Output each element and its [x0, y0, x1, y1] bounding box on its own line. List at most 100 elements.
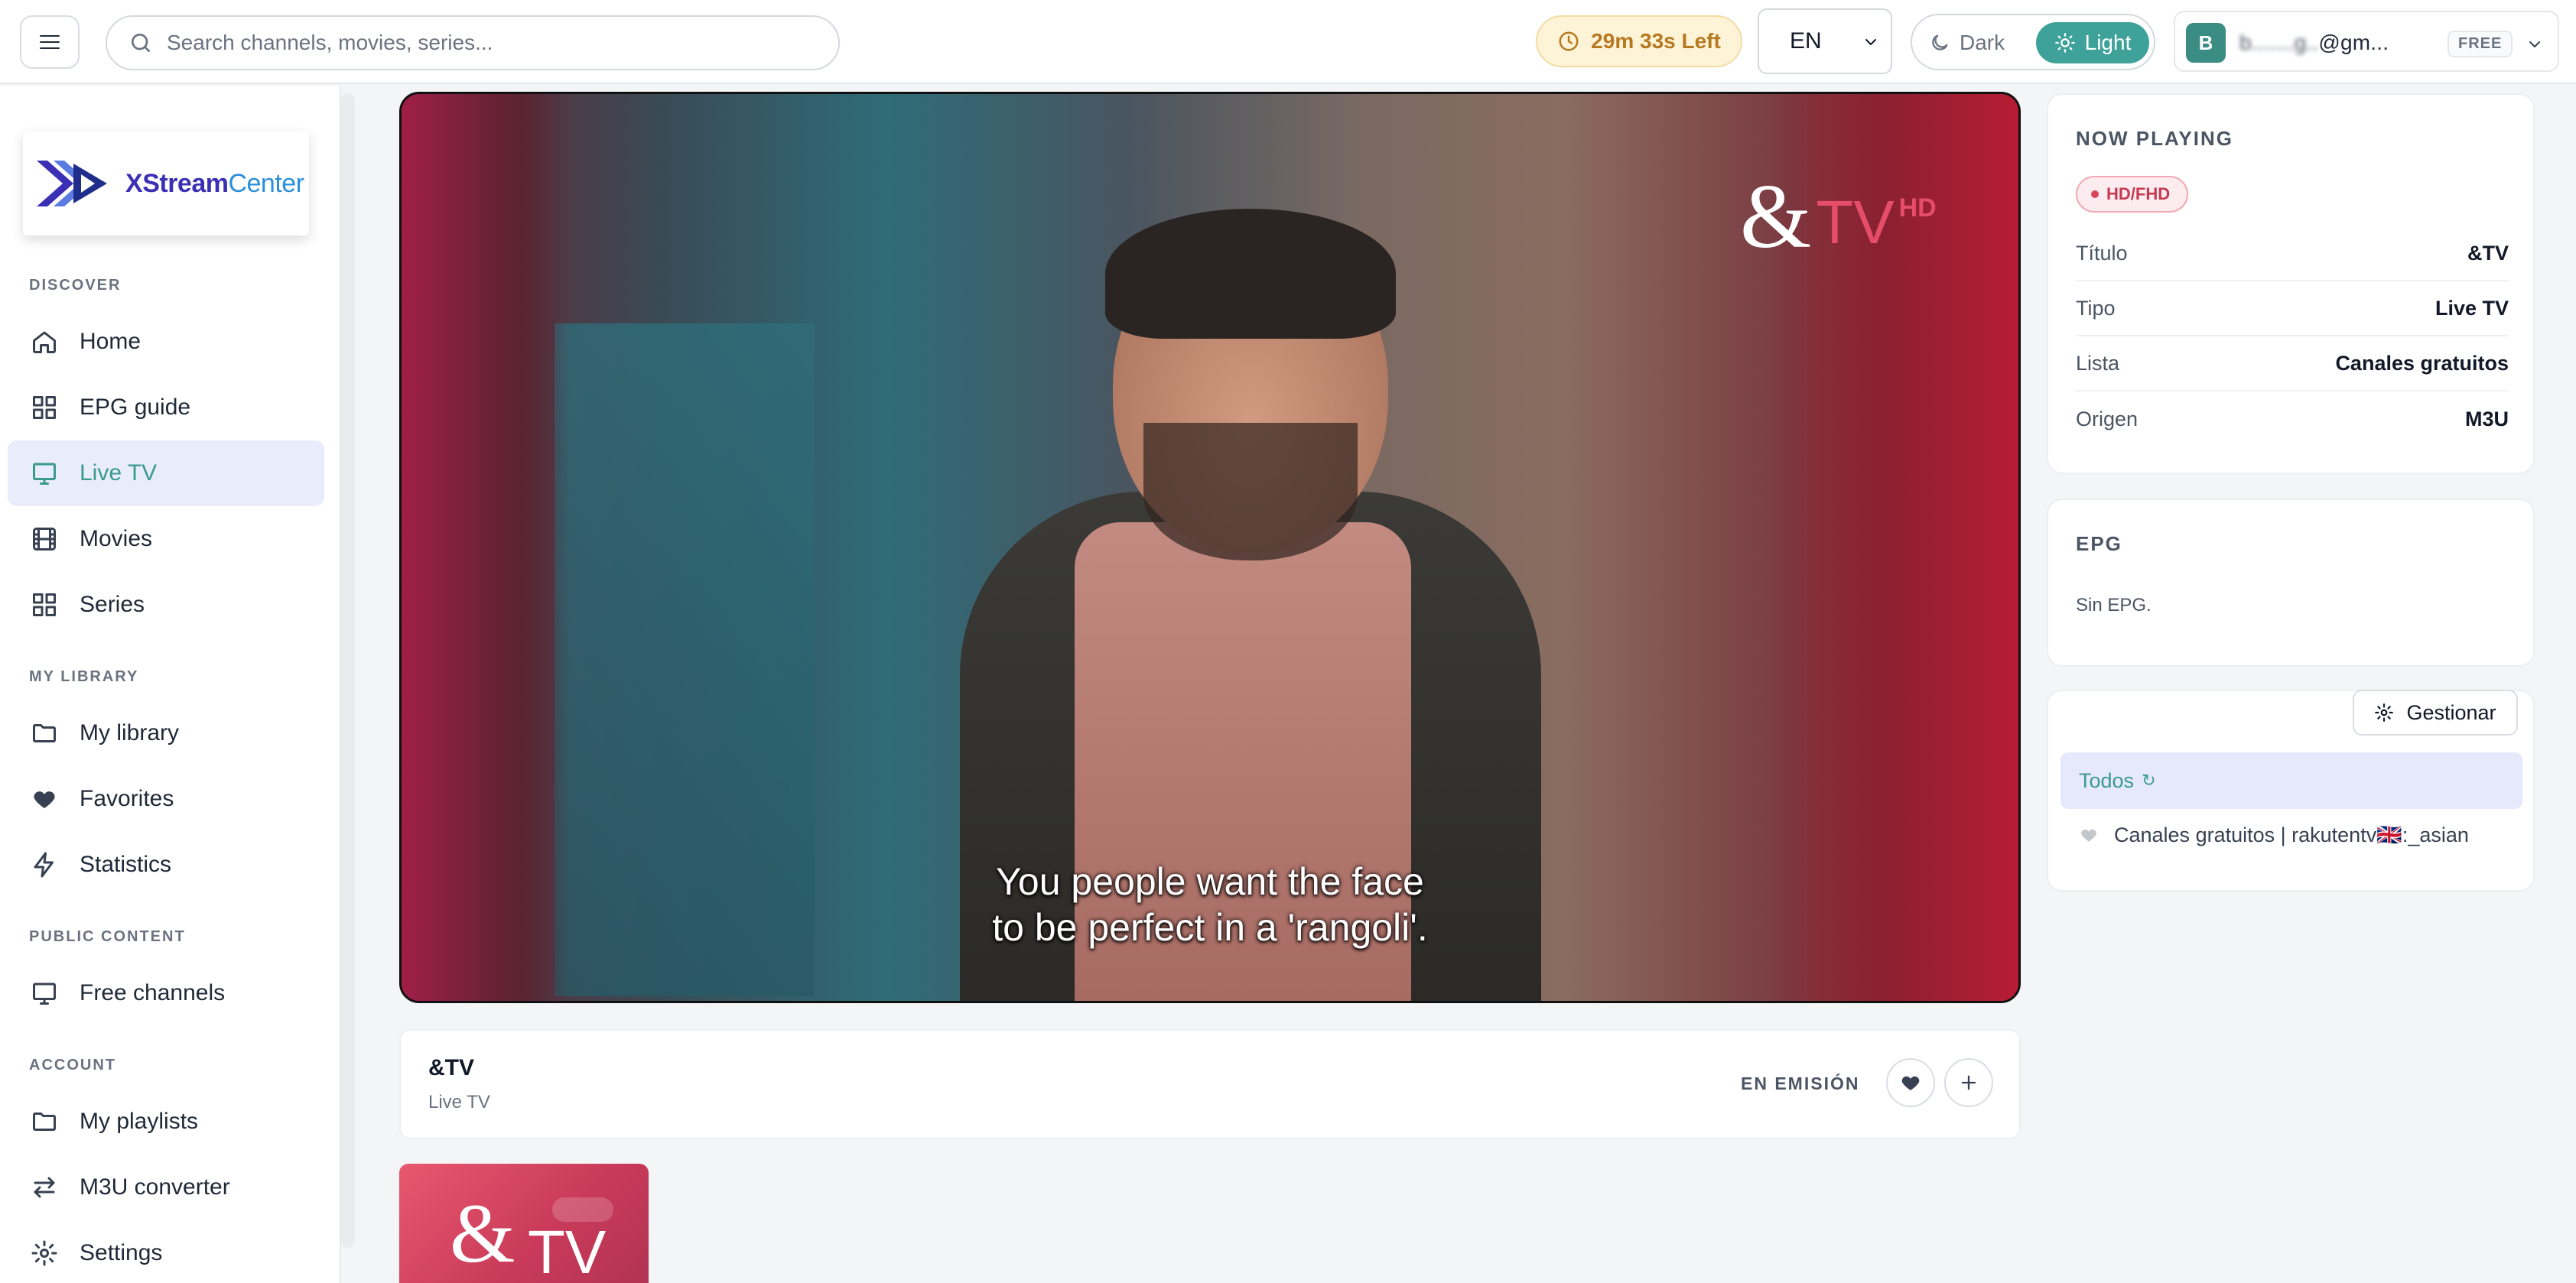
heart-icon[interactable] — [2079, 825, 2099, 845]
thumbnail-tv: TV — [528, 1218, 607, 1283]
sidebar: XStreamCenter DISCOVER Home EPG guide Li… — [0, 86, 341, 1283]
app-logo[interactable]: XStreamCenter — [23, 132, 309, 235]
chevron-down-icon — [1865, 39, 1876, 45]
user-email-domain: @gm... — [2318, 31, 2389, 54]
sun-icon — [2054, 33, 2075, 53]
section-public-content: PUBLIC CONTENT — [29, 928, 186, 945]
menu-button[interactable] — [20, 15, 80, 69]
user-menu[interactable]: B b.......g..@gm... FREE — [2174, 11, 2559, 72]
manage-button[interactable]: Gestionar — [2353, 690, 2518, 736]
sidebar-item-my-library[interactable]: My library — [8, 700, 324, 766]
grid-icon — [33, 593, 56, 616]
watermark-tv: TV — [1816, 188, 1895, 256]
time-left-label: 29m 33s Left — [1591, 29, 1721, 53]
section-discover: DISCOVER — [29, 277, 122, 294]
add-to-library-button[interactable] — [1944, 1058, 1993, 1107]
sidebar-item-movies[interactable]: Movies — [8, 506, 324, 572]
logo-mark-icon — [37, 161, 107, 206]
theme-light-option[interactable]: Light — [2036, 22, 2149, 63]
logo-stream: Stream — [142, 168, 229, 198]
channel-thumbnail[interactable]: & TV — [399, 1164, 649, 1283]
sidebar-item-free-channels[interactable]: Free channels — [8, 960, 324, 1026]
heart-icon — [1901, 1076, 1920, 1090]
search-icon — [132, 34, 150, 52]
monitor-icon — [33, 983, 56, 1005]
sidebar-item-label: Live TV — [80, 460, 158, 486]
quality-badge: HD/FHD — [2076, 176, 2189, 213]
info-value: Live TV — [2435, 296, 2509, 320]
top-bar: 29m 33s Left EN Dark Light B b.......g..… — [0, 0, 2576, 84]
home-icon — [33, 331, 56, 353]
grid-icon — [33, 396, 56, 419]
search-input[interactable] — [167, 31, 794, 55]
theme-toggle: Dark Light — [1911, 14, 2155, 70]
sidebar-item-label: My library — [80, 720, 180, 745]
playlist-filter-all-label: Todos — [2079, 768, 2135, 792]
epg-card: EPG Sin EPG. — [2047, 499, 2535, 667]
video-player[interactable]: & TV HD You people want the face to be p… — [399, 92, 2021, 1003]
playlist-filter-all[interactable]: Todos ↻ — [2060, 752, 2522, 809]
time-left-badge: 29m 33s Left — [1536, 15, 1742, 67]
watermark-hd: HD — [1898, 193, 1937, 222]
swap-arrows-icon — [34, 1177, 55, 1198]
sidebar-scrollbar[interactable] — [341, 93, 355, 1248]
sidebar-item-m3u-converter[interactable]: M3U converter — [8, 1155, 324, 1220]
sidebar-item-statistics[interactable]: Statistics — [8, 832, 324, 898]
quality-dot — [2091, 190, 2099, 198]
favorite-button[interactable] — [1886, 1058, 1935, 1107]
info-value: M3U — [2464, 407, 2509, 430]
sidebar-item-home[interactable]: Home — [8, 309, 324, 375]
channel-info-bar: &TV Live TV EN EMISIÓN — [399, 1029, 2021, 1139]
sidebar-item-label: My playlists — [80, 1109, 199, 1134]
sidebar-item-settings[interactable]: Settings — [8, 1220, 324, 1283]
playlists-card: Gestionar Todos ↻ Canales gratuitos | ra… — [2047, 690, 2535, 892]
info-row-titulo: Título &TV — [2076, 226, 2509, 281]
sidebar-item-epg[interactable]: EPG guide — [8, 375, 324, 440]
avatar: B — [2186, 23, 2226, 63]
playlist-item[interactable]: Canales gratuitos | rakutentv🇬🇧:_asian — [2079, 823, 2469, 847]
subtitle-line-2: to be perfect in a 'rangoli'. — [992, 906, 1428, 949]
folder-icon — [33, 724, 56, 742]
sidebar-item-label: Home — [80, 329, 141, 354]
thumbnail-amp: & — [450, 1187, 516, 1280]
sidebar-item-label: EPG guide — [80, 395, 191, 420]
gear-icon — [2375, 703, 2394, 722]
logo-x: X — [125, 168, 143, 198]
sidebar-item-favorites[interactable]: Favorites — [8, 766, 324, 832]
search-bar[interactable] — [106, 15, 840, 70]
info-value: Canales gratuitos — [2335, 351, 2509, 375]
lightning-icon — [34, 852, 54, 878]
logo-center: Center — [228, 168, 304, 198]
chevron-down-icon — [2529, 41, 2540, 47]
sidebar-item-label: Settings — [80, 1240, 163, 1265]
sidebar-item-label: M3U converter — [80, 1174, 230, 1200]
sidebar-item-series[interactable]: Series — [8, 572, 324, 638]
playlist-item-label: Canales gratuitos | rakutentv🇬🇧:_asian — [2114, 823, 2469, 846]
theme-dark-label: Dark — [1960, 31, 2005, 54]
user-email: b.......g..@gm... — [2239, 31, 2389, 55]
theme-dark-option[interactable]: Dark — [1929, 23, 2005, 63]
sidebar-item-label: Favorites — [80, 786, 174, 811]
user-email-masked: b.......g.. — [2239, 31, 2319, 54]
on-air-status: EN EMISIÓN — [1741, 1073, 1860, 1093]
gear-icon — [31, 1240, 57, 1266]
info-key: Origen — [2076, 407, 2139, 430]
info-key: Tipo — [2076, 296, 2116, 320]
folder-icon — [33, 1112, 56, 1131]
sidebar-item-label: Free channels — [80, 980, 226, 1005]
channel-type: Live TV — [428, 1092, 490, 1112]
logo-wordmark: XStreamCenter — [125, 169, 304, 199]
heart-icon — [34, 791, 55, 808]
sidebar-item-live-tv[interactable]: Live TV — [8, 440, 324, 506]
plus-icon — [1961, 1075, 1976, 1090]
channel-title: &TV — [428, 1055, 474, 1080]
watermark-amp: & — [1740, 165, 1812, 267]
plan-badge: FREE — [2448, 31, 2513, 57]
now-playing-card: NOW PLAYING HD/FHD Título &TV Tipo Live … — [2047, 93, 2535, 474]
theme-light-label: Light — [2084, 31, 2132, 54]
language-value: EN — [1790, 28, 1822, 54]
section-my-library: MY LIBRARY — [29, 668, 139, 685]
language-select[interactable]: EN — [1758, 8, 1892, 74]
video-frame-person-beard — [1143, 423, 1358, 560]
sidebar-item-my-playlists[interactable]: My playlists — [8, 1089, 324, 1155]
